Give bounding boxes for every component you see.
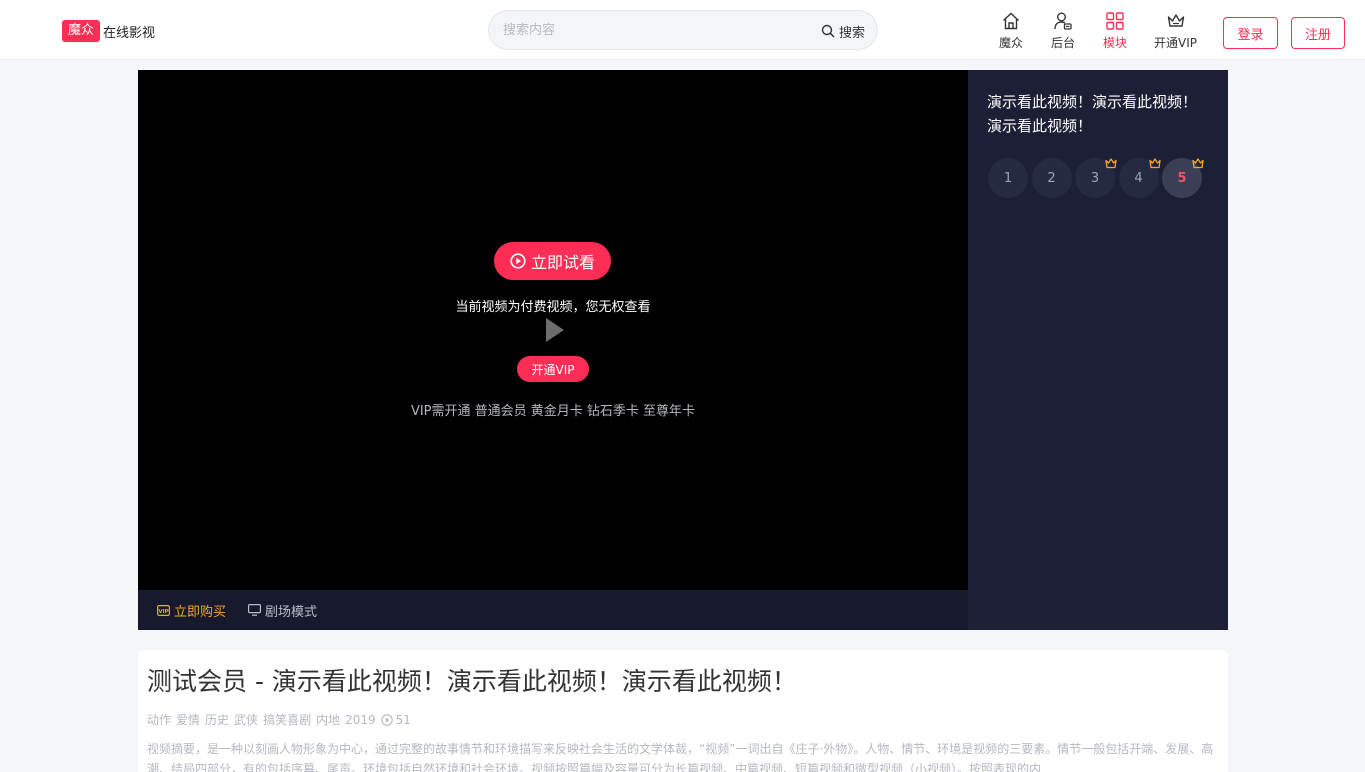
video-info-card: 测试会员 - 演示看此视频！演示看此视频！演示看此视频！ 动作 爱情 历史 武侠… (138, 650, 1228, 772)
episode-button[interactable]: 1 (988, 158, 1028, 198)
episode-number: 5 (1177, 170, 1187, 186)
nav-home[interactable]: 魔众 (999, 11, 1023, 51)
nav-home-label: 魔众 (999, 36, 1024, 50)
top-header: 魔众 在线影视 搜索 魔众 后台 模块 开通VIP 登录 注册 (0, 0, 1365, 60)
episode-number: 3 (1090, 170, 1100, 186)
video-player[interactable]: 立即试看 当前视频为付费视频，您无权查看 开通VIP VIP需开通 普通会员 黄… (138, 70, 968, 590)
buy-now-label: 立即购买 (174, 604, 227, 620)
trial-watch-label: 立即试看 (530, 253, 595, 272)
login-button[interactable]: 登录 (1223, 17, 1278, 49)
play-circle-icon (510, 253, 526, 269)
episode-button[interactable]: 2 (1031, 158, 1072, 198)
nav-admin-label: 后台 (1051, 36, 1076, 50)
vip-crown-icon (1105, 158, 1117, 169)
episode-button[interactable]: 4 (1118, 158, 1161, 198)
tag-link[interactable]: 搞笑喜剧 (263, 711, 311, 728)
svg-text:VIP: VIP (158, 608, 168, 614)
search-button-label: 搜索 (838, 25, 865, 41)
vip-crown-icon (1192, 158, 1204, 169)
tag-link[interactable]: 动作 (147, 711, 171, 728)
theater-mode-label: 剧场模式 (265, 604, 318, 620)
nav-modules-label: 模块 (1103, 36, 1128, 50)
episode-number: 1 (1003, 170, 1013, 186)
nav-open-vip-label: 开通VIP (1154, 36, 1197, 50)
theater-mode-button[interactable]: 剧场模式 (248, 601, 317, 620)
search-button[interactable]: 搜索 (821, 21, 865, 41)
tag-link[interactable]: 武侠 (234, 711, 258, 728)
episode-panel: 演示看此视频！演示看此视频！演示看此视频！ 1 2 3 4 5 (968, 70, 1228, 630)
nav-admin[interactable]: 后台 (1051, 11, 1075, 51)
search-icon (821, 24, 835, 38)
episode-number: 2 (1047, 170, 1056, 186)
vip-tiers-note: VIP需开通 普通会员 黄金月卡 钻石季卡 至尊年卡 (410, 404, 696, 419)
register-button[interactable]: 注册 (1291, 17, 1345, 49)
episode-number: 4 (1134, 170, 1143, 186)
search-input[interactable] (503, 20, 783, 40)
no-access-message: 当前视频为付费视频，您无权查看 (455, 300, 651, 315)
player-toolbar: VIP 立即购买 剧场模式 (138, 590, 968, 630)
logo-badge: 魔众 (62, 20, 101, 42)
vip-card-icon: VIP (157, 604, 170, 616)
video-title: 测试会员 - 演示看此视频！演示看此视频！演示看此视频！ (147, 667, 797, 696)
search-box: 搜索 (488, 10, 878, 50)
vip-crown-icon (1148, 158, 1161, 169)
trial-watch-button[interactable]: 立即试看 (494, 242, 611, 280)
monitor-icon (248, 604, 262, 616)
nav-modules[interactable]: 模块 (1103, 11, 1127, 51)
view-count: 51 (395, 712, 411, 727)
grid-icon (1105, 11, 1125, 31)
video-description: 视频摘要，是一种以刻画人物形象为中心，通过完整的故事情节和环境描写来反映社会生活… (147, 742, 1214, 772)
user-admin-icon (1053, 11, 1073, 31)
region-label: 内地 (316, 713, 341, 727)
view-count-icon (380, 713, 393, 726)
tag-link[interactable]: 爱情 (176, 711, 200, 728)
crown-icon (1166, 11, 1186, 31)
play-icon[interactable] (546, 318, 564, 342)
site-logo[interactable]: 魔众 在线影视 (62, 20, 155, 42)
logo-text: 在线影视 (103, 25, 156, 41)
episode-panel-title: 演示看此视频！演示看此视频！演示看此视频！ (987, 93, 1198, 135)
video-meta: 动作 爱情 历史 武侠 搞笑喜剧 内地 2019 51 (147, 711, 416, 728)
episode-button-active[interactable]: 5 (1162, 158, 1204, 198)
open-vip-button[interactable]: 开通VIP (517, 356, 589, 382)
home-icon (1001, 11, 1021, 31)
tag-link[interactable]: 历史 (205, 711, 229, 728)
year-label: 2019 (345, 712, 376, 727)
episode-button[interactable]: 3 (1075, 158, 1117, 198)
episode-list: 1 2 3 4 5 (988, 158, 1206, 198)
nav-open-vip[interactable]: 开通VIP (1154, 11, 1197, 51)
buy-now-button[interactable]: VIP 立即购买 (157, 601, 226, 620)
